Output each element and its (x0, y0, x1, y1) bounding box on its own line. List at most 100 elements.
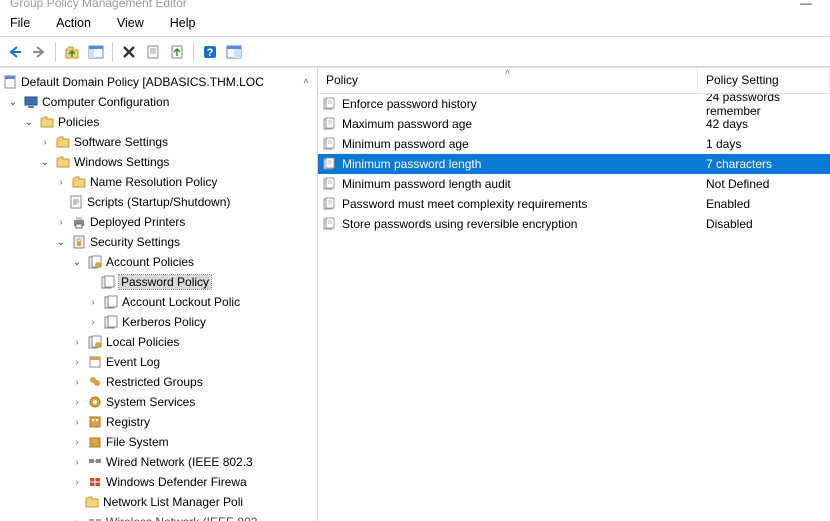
delete-button[interactable] (118, 41, 140, 63)
policy-item-icon (322, 176, 338, 192)
expand-icon[interactable]: › (38, 135, 52, 149)
policy-item-icon (322, 156, 338, 172)
help-button[interactable]: ? (199, 41, 221, 63)
tree-node-password-policy[interactable]: Password Policy (2, 272, 317, 292)
tree-pane[interactable]: ˄ Default Domain Policy [ADBASICS.THM.LO… (0, 68, 318, 521)
tree-node-software-settings[interactable]: › Software Settings (2, 132, 317, 152)
menu-view[interactable]: View (113, 14, 148, 32)
tree-node-wired-network[interactable]: › Wired Network (IEEE 802.3 (2, 452, 317, 472)
policy-row[interactable]: Enforce password history24 passwords rem… (318, 94, 830, 114)
expand-icon[interactable]: › (54, 175, 68, 189)
tree-node-restricted-groups[interactable]: › Restricted Groups (2, 372, 317, 392)
expand-icon[interactable]: ⌄ (22, 115, 36, 129)
tree-item-label: Name Resolution Policy (90, 175, 217, 189)
folder-icon (55, 134, 71, 150)
tree-node-policies[interactable]: ⌄ Policies (2, 112, 317, 132)
policy-row[interactable]: Minimum password length auditNot Defined (318, 174, 830, 194)
tree-root-node[interactable]: Default Domain Policy [ADBASICS.THM.LOC (2, 72, 317, 92)
menu-file[interactable]: File (6, 14, 34, 32)
tree-node-wireless-network[interactable]: › Wireless Network (IEEE 802 (2, 512, 317, 521)
policy-row[interactable]: Password must meet complexity requiremen… (318, 194, 830, 214)
filter-button[interactable] (223, 41, 245, 63)
tree-item-label: Windows Defender Firewa (106, 475, 247, 489)
policy-row[interactable]: Minimum password length7 characters (318, 154, 830, 174)
column-header-setting[interactable]: Policy Setting (698, 68, 830, 93)
column-header-policy[interactable]: Policy ˄ (318, 68, 698, 93)
menubar: File Action View Help (0, 10, 830, 37)
tree-node-account-lockout[interactable]: › Account Lockout Polic (2, 292, 317, 312)
policy-item-icon (103, 314, 119, 330)
tree-node-scripts[interactable]: Scripts (Startup/Shutdown) (2, 192, 317, 212)
firewall-icon (87, 474, 103, 490)
show-hide-tree-button[interactable] (85, 41, 107, 63)
tree-node-kerberos[interactable]: › Kerberos Policy (2, 312, 317, 332)
expand-icon[interactable]: › (86, 295, 100, 309)
policy-icon (2, 74, 18, 90)
menu-help[interactable]: Help (166, 14, 200, 32)
policy-name: Minimum password age (342, 137, 469, 151)
policy-name: Minimum password length (342, 157, 481, 171)
tree-item-label: Policies (58, 115, 99, 129)
column-header-label: Policy (326, 73, 358, 87)
expand-icon[interactable]: ⌄ (6, 95, 20, 109)
tree-node-event-log[interactable]: › Event Log (2, 352, 317, 372)
policy-row[interactable]: Maximum password age42 days (318, 114, 830, 134)
tree-node-windows-settings[interactable]: ⌄ Windows Settings (2, 152, 317, 172)
expand-icon[interactable]: › (70, 455, 84, 469)
policy-item-icon (103, 294, 119, 310)
expand-icon[interactable]: ⌄ (38, 155, 52, 169)
column-header-label: Policy Setting (706, 73, 779, 87)
policy-name: Password must meet complexity requiremen… (342, 197, 587, 211)
export-button[interactable] (166, 41, 188, 63)
tree-node-local-policies[interactable]: › Local Policies (2, 332, 317, 352)
policy-row[interactable]: Store passwords using reversible encrypt… (318, 214, 830, 234)
tree-scroll-up[interactable]: ˄ (299, 74, 313, 88)
policy-setting: Disabled (706, 217, 753, 231)
expand-icon[interactable]: ⌄ (70, 255, 84, 269)
expand-icon[interactable]: › (70, 335, 84, 349)
tree-node-defender-firewall[interactable]: › Windows Defender Firewa (2, 472, 317, 492)
menu-action[interactable]: Action (52, 14, 95, 32)
minimize-button[interactable]: — (800, 0, 812, 10)
tree-item-label: Restricted Groups (106, 375, 203, 389)
tree-item-label: Local Policies (106, 335, 179, 349)
list-pane: Policy ˄ Policy Setting Enforce password… (318, 68, 830, 521)
policy-row[interactable]: Minimum password age1 days (318, 134, 830, 154)
expand-icon[interactable]: › (70, 395, 84, 409)
tree-node-deployed-printers[interactable]: › Deployed Printers (2, 212, 317, 232)
expand-icon[interactable]: › (70, 375, 84, 389)
list-body[interactable]: Enforce password history24 passwords rem… (318, 94, 830, 521)
expand-icon[interactable]: › (70, 435, 84, 449)
forward-button[interactable] (28, 41, 50, 63)
expand-icon[interactable]: › (70, 475, 84, 489)
expand-icon[interactable]: › (54, 215, 68, 229)
expand-icon[interactable]: › (70, 355, 84, 369)
expand-icon[interactable]: › (70, 415, 84, 429)
folder-icon (84, 494, 100, 510)
scripts-icon (68, 194, 84, 210)
network-icon (87, 514, 103, 521)
tree-item-label: Network List Manager Poli (103, 495, 243, 509)
printer-icon (71, 214, 87, 230)
policy-name: Store passwords using reversible encrypt… (342, 217, 577, 231)
tree-node-name-resolution[interactable]: › Name Resolution Policy (2, 172, 317, 192)
expand-icon[interactable]: › (70, 515, 84, 521)
policy-item-icon (322, 116, 338, 132)
tree-node-account-policies[interactable]: ⌄ Account Policies (2, 252, 317, 272)
tree-node-security-settings[interactable]: ⌄ Security Settings (2, 232, 317, 252)
tree-node-system-services[interactable]: › System Services (2, 392, 317, 412)
expand-icon[interactable]: ⌄ (54, 235, 68, 249)
properties-button[interactable] (142, 41, 164, 63)
tree-node-file-system[interactable]: › File System (2, 432, 317, 452)
back-button[interactable] (4, 41, 26, 63)
tree-node-registry[interactable]: › Registry (2, 412, 317, 432)
policy-setting: Not Defined (706, 177, 769, 191)
policy-item-icon (322, 136, 338, 152)
tree-node-nlm-policies[interactable]: Network List Manager Poli (2, 492, 317, 512)
tree-item-label: Account Lockout Polic (122, 295, 240, 309)
file-system-icon (87, 434, 103, 450)
expand-icon[interactable]: › (86, 315, 100, 329)
up-button[interactable] (61, 41, 83, 63)
list-header: Policy ˄ Policy Setting (318, 68, 830, 94)
tree-node-computer-config[interactable]: ⌄ Computer Configuration (2, 92, 317, 112)
